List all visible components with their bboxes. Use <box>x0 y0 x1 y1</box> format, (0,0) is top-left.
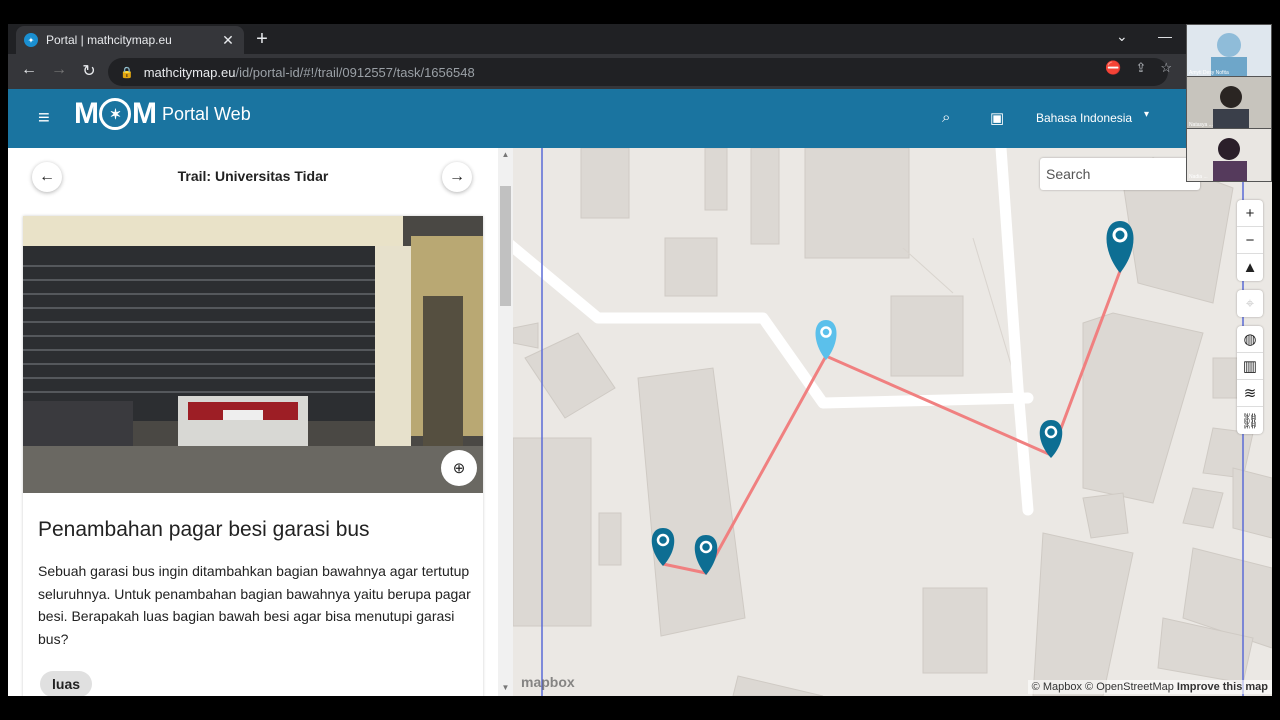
mapbox-logo[interactable]: mapbox <box>521 674 575 690</box>
scroll-thumb[interactable] <box>500 186 511 306</box>
task-tag[interactable]: luas <box>40 671 93 696</box>
zoom-in-button[interactable]: + <box>1237 200 1263 227</box>
tab-search-icon[interactable]: ⌄ <box>1116 28 1128 45</box>
new-tab-button[interactable]: + <box>250 28 274 51</box>
mcm-logo[interactable]: M ✶ M Portal Web <box>74 97 251 131</box>
language-selector[interactable]: Bahasa Indonesia <box>1036 111 1132 125</box>
geolocate-control: ⌖ <box>1237 290 1263 317</box>
map-canvas <box>513 148 1272 696</box>
video-participant-2: Natasya ... <box>1186 76 1272 130</box>
task-description: Sebuah garasi bus ingin ditambahkan bagi… <box>38 563 471 647</box>
menu-icon[interactable]: ≡ <box>38 107 50 130</box>
favicon-icon: ✦ <box>24 33 38 47</box>
video-participant-3: Nadia ... <box>1186 128 1272 182</box>
participant-name: Nadia ... <box>1189 174 1208 180</box>
trail-title: Trail: Universitas Tidar <box>177 168 329 184</box>
map-view[interactable]: Search + − ▲ ⌖ ◍ ▥ ≋ ⛓ mapbox © Mapbox ©… <box>513 148 1272 696</box>
share-icon[interactable]: ⇪ <box>1135 60 1146 76</box>
browser-window: ✦ Portal | mathcitymap.eu ✕ + ⌄ — ← → ↻ … <box>8 24 1272 696</box>
back-button[interactable]: ← <box>18 61 40 79</box>
app-header: ≡ M ✶ M Portal Web ⌕ ▣ Bahasa Indonesia ▾ <box>8 89 1272 148</box>
task-title: Penambahan pagar besi garasi bus <box>38 518 370 541</box>
browser-tab[interactable]: ✦ Portal | mathcitymap.eu ✕ <box>16 26 244 54</box>
improve-map-link[interactable]: Improve this map <box>1177 681 1268 693</box>
compass-icon: ✶ <box>99 98 131 130</box>
osm-attribution-link[interactable]: © OpenStreetMap <box>1085 681 1174 693</box>
tab-title: Portal | mathcitymap.eu <box>46 33 172 47</box>
url-path: /id/portal-id/#!/trail/0912557/task/1656… <box>235 64 475 80</box>
blocked-icon[interactable]: ⛔ <box>1105 60 1121 76</box>
link-icon[interactable]: ⛓ <box>1237 407 1263 434</box>
scroll-up-icon[interactable]: ▲ <box>500 150 511 159</box>
chevron-down-icon[interactable]: ▾ <box>1144 109 1149 120</box>
mapbox-attribution-link[interactable]: © Mapbox <box>1032 681 1082 693</box>
map-search-input[interactable]: Search <box>1040 158 1200 190</box>
active-map-marker[interactable] <box>815 320 837 360</box>
map-marker[interactable] <box>1106 221 1134 273</box>
lock-icon: 🔒 <box>120 66 134 79</box>
building-icon[interactable]: ▥ <box>1237 353 1263 380</box>
clipboard-icon[interactable]: ▣ <box>990 109 1004 127</box>
globe-icon[interactable]: ◍ <box>1237 326 1263 353</box>
layers-icon[interactable]: ≋ <box>1237 380 1263 407</box>
video-participant-1: Amyti Desy Nofita <box>1186 24 1272 78</box>
reload-button[interactable]: ↻ <box>78 61 100 81</box>
logo-text: M ✶ M <box>74 97 157 130</box>
minimize-button[interactable]: — <box>1158 28 1172 44</box>
task-card: ⊕ Penambahan pagar besi garasi bus Sebua… <box>23 216 483 696</box>
close-tab-icon[interactable]: ✕ <box>220 32 236 49</box>
address-bar-row: ← → ↻ 🔒 mathcitymap.eu/id/portal-id/#!/t… <box>8 54 1272 89</box>
task-panel: ← Trail: Universitas Tidar → ⊕ Penambaha… <box>8 148 513 696</box>
task-photo: ⊕ <box>23 216 483 493</box>
scroll-down-icon[interactable]: ▼ <box>500 683 511 692</box>
zoom-out-button[interactable]: − <box>1237 227 1263 254</box>
panel-scrollbar[interactable]: ▲ ▼ <box>498 148 513 696</box>
zoom-in-image-button[interactable]: ⊕ <box>441 450 477 486</box>
geolocate-icon[interactable]: ⌖ <box>1237 290 1263 317</box>
forward-button[interactable]: → <box>48 61 70 79</box>
tab-bar: ✦ Portal | mathcitymap.eu ✕ + ⌄ — <box>8 24 1272 54</box>
url-host: mathcitymap.eu <box>143 64 236 80</box>
trail-navigation: ← Trail: Universitas Tidar → <box>8 148 498 204</box>
compass-reset-button[interactable]: ▲ <box>1237 254 1263 281</box>
layer-controls: ◍ ▥ ≋ ⛓ <box>1237 326 1263 434</box>
next-task-button[interactable]: → <box>442 162 472 192</box>
url-field[interactable]: 🔒 mathcitymap.eu/id/portal-id/#!/trail/0… <box>108 58 1168 86</box>
zoom-controls: + − ▲ <box>1237 200 1263 281</box>
search-icon[interactable]: ⌕ <box>942 109 950 126</box>
map-attribution: © Mapbox © OpenStreetMap Improve this ma… <box>1027 680 1272 694</box>
bookmark-star-icon[interactable]: ☆ <box>1160 60 1172 76</box>
portal-label: Portal Web <box>162 103 251 124</box>
garage-photo-illustration <box>23 216 483 493</box>
